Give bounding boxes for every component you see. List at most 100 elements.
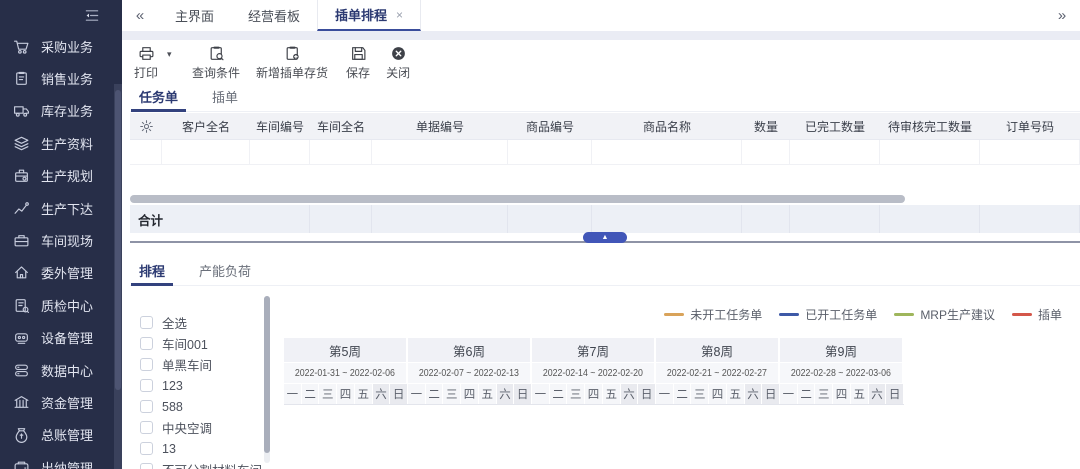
checkbox[interactable] <box>140 316 153 329</box>
toolbar-button-add-doc[interactable]: 新增插单存货 <box>256 45 328 81</box>
column-header[interactable]: 客户全名 <box>162 118 250 135</box>
plugin-schedule-page: ▾ 打印 查询条件 <box>122 40 1080 469</box>
checkbox-label: 全选 <box>162 313 187 332</box>
column-header[interactable]: 车间全名 <box>310 118 372 135</box>
sidebar: 采购业务 销售业务 库存业务 生产资料 <box>0 0 122 469</box>
checkbox[interactable] <box>140 421 153 434</box>
filter-scrollbar[interactable] <box>264 296 270 463</box>
column-header[interactable]: 已完工数量 <box>790 118 880 135</box>
toolbar-button-save[interactable]: 保存 <box>346 45 370 81</box>
date-range-row: 2022-01-31 ~ 2022-02-062022-02-07 ~ 2022… <box>284 362 904 383</box>
sidebar-item-device[interactable]: 设备管理 <box>0 322 122 354</box>
workshop-option-2[interactable]: 单黑车间 <box>130 354 272 375</box>
workshop-option-7[interactable]: 不可分割材料车间 <box>130 459 272 469</box>
toolbar-button-close-circle[interactable]: 关闭 <box>386 45 410 81</box>
workshop-option-4[interactable]: 588 <box>130 396 272 417</box>
workshop-option-6[interactable]: 13 <box>130 438 272 459</box>
table-cell[interactable] <box>742 140 790 164</box>
sidebar-scrollbar[interactable] <box>114 84 122 469</box>
sidebar-item-toolbox[interactable]: 车间现场 <box>0 224 122 256</box>
add-doc-icon <box>284 45 301 63</box>
task-tab-0[interactable]: 任务单 <box>130 81 187 111</box>
checkbox[interactable] <box>140 442 153 455</box>
plan-icon <box>13 167 30 184</box>
checkbox[interactable] <box>140 358 153 371</box>
column-settings-icon[interactable] <box>130 119 162 134</box>
dispatch-icon <box>13 200 30 217</box>
table-row[interactable] <box>130 140 1080 165</box>
weekday-cell: 四 <box>833 383 851 404</box>
table-cell[interactable] <box>980 140 1080 164</box>
sidebar-item-layers[interactable]: 生产资料 <box>0 127 122 159</box>
schedule-tab-0[interactable]: 排程 <box>130 255 174 285</box>
table-cell[interactable] <box>592 140 742 164</box>
table-cell[interactable] <box>372 140 508 164</box>
workshop-option-0[interactable]: 全选 <box>130 312 272 333</box>
sidebar-item-label: 生产规划 <box>41 166 93 185</box>
toolbar-button-search-doc[interactable]: 查询条件 <box>192 45 240 81</box>
workshop-option-1[interactable]: 车间001 <box>130 333 272 354</box>
weekday-cell: 日 <box>886 383 904 404</box>
table-cell[interactable] <box>508 140 592 164</box>
collapse-panel-button[interactable]: ▲ <box>583 232 627 243</box>
print-dropdown-icon[interactable]: ▾ <box>167 49 172 60</box>
sidebar-item-database[interactable]: 数据中心 <box>0 354 122 386</box>
checkbox[interactable] <box>140 379 153 392</box>
horizontal-scrollbar[interactable] <box>130 195 1080 203</box>
column-header[interactable]: 车间编号 <box>250 118 310 135</box>
sidebar-item-moneybag[interactable]: 总账管理 <box>0 419 122 451</box>
sidebar-item-wallet[interactable]: 出纳管理 <box>0 451 122 469</box>
sidebar-item-inspection[interactable]: 质检中心 <box>0 289 122 321</box>
workshop-option-3[interactable]: 123 <box>130 375 272 396</box>
column-header[interactable]: 单据编号 <box>372 118 508 135</box>
tab-scroll-left-icon[interactable]: « <box>122 0 158 31</box>
legend: 未开工任务单 已开工任务单 MRP生产建议 <box>664 306 1062 323</box>
sidebar-scrollbar-thumb[interactable] <box>115 90 121 390</box>
panel-splitter[interactable]: ▲ <box>130 241 1080 243</box>
column-header[interactable]: 商品名称 <box>592 118 742 135</box>
tab-label: 产能负荷 <box>199 261 251 280</box>
filter-scrollbar-thumb[interactable] <box>264 296 270 453</box>
column-header[interactable]: 待审核完工数量 <box>880 118 980 135</box>
document-tab-1[interactable]: 经营看板 <box>231 0 317 31</box>
checkbox[interactable] <box>140 400 153 413</box>
sidebar-item-label: 总账管理 <box>41 425 93 444</box>
sidebar-item-cart[interactable]: 采购业务 <box>0 30 122 62</box>
sidebar-item-outsource[interactable]: 委外管理 <box>0 257 122 289</box>
column-header[interactable]: 数量 <box>742 118 790 135</box>
document-tab-2[interactable]: 插单排程 × <box>317 0 421 31</box>
sidebar-item-clipboard[interactable]: 销售业务 <box>0 62 122 94</box>
weekday-cell: 六 <box>745 383 763 404</box>
table-cell[interactable] <box>250 140 310 164</box>
checkbox[interactable] <box>140 337 153 350</box>
document-tab-0[interactable]: 主界面 <box>158 0 231 31</box>
sidebar-item-dispatch[interactable]: 生产下达 <box>0 192 122 224</box>
device-icon <box>13 329 30 346</box>
schedule-tab-1[interactable]: 产能负荷 <box>190 255 260 285</box>
app-window: 采购业务 销售业务 库存业务 生产资料 <box>0 0 1080 469</box>
sidebar-item-label: 生产资料 <box>41 134 93 153</box>
database-icon <box>13 362 30 379</box>
sidebar-item-plan[interactable]: 生产规划 <box>0 160 122 192</box>
sidebar-item-label: 出纳管理 <box>41 458 93 469</box>
task-tab-1[interactable]: 插单 <box>203 81 247 111</box>
close-tab-icon[interactable]: × <box>396 8 403 22</box>
sidebar-item-label: 库存业务 <box>41 101 93 120</box>
collapse-menu-icon[interactable] <box>82 8 102 23</box>
sidebar-item-bank[interactable]: 资金管理 <box>0 386 122 418</box>
table-cell[interactable] <box>790 140 880 164</box>
horizontal-scrollbar-thumb[interactable] <box>130 195 905 203</box>
weekday-cell: 六 <box>497 383 515 404</box>
workshop-option-5[interactable]: 中央空调 <box>130 417 272 438</box>
toolbar-button-printer[interactable]: ▾ 打印 <box>134 45 158 81</box>
sidebar-item-truck[interactable]: 库存业务 <box>0 95 122 127</box>
sidebar-item-label: 销售业务 <box>41 69 93 88</box>
column-header[interactable]: 商品编号 <box>508 118 592 135</box>
tab-scroll-right-icon[interactable]: » <box>1044 0 1080 31</box>
table-cell[interactable] <box>880 140 980 164</box>
table-cell[interactable] <box>130 140 162 164</box>
checkbox[interactable] <box>140 463 153 469</box>
table-cell[interactable] <box>310 140 372 164</box>
table-cell[interactable] <box>162 140 250 164</box>
column-header[interactable]: 订单号码 <box>980 118 1080 135</box>
